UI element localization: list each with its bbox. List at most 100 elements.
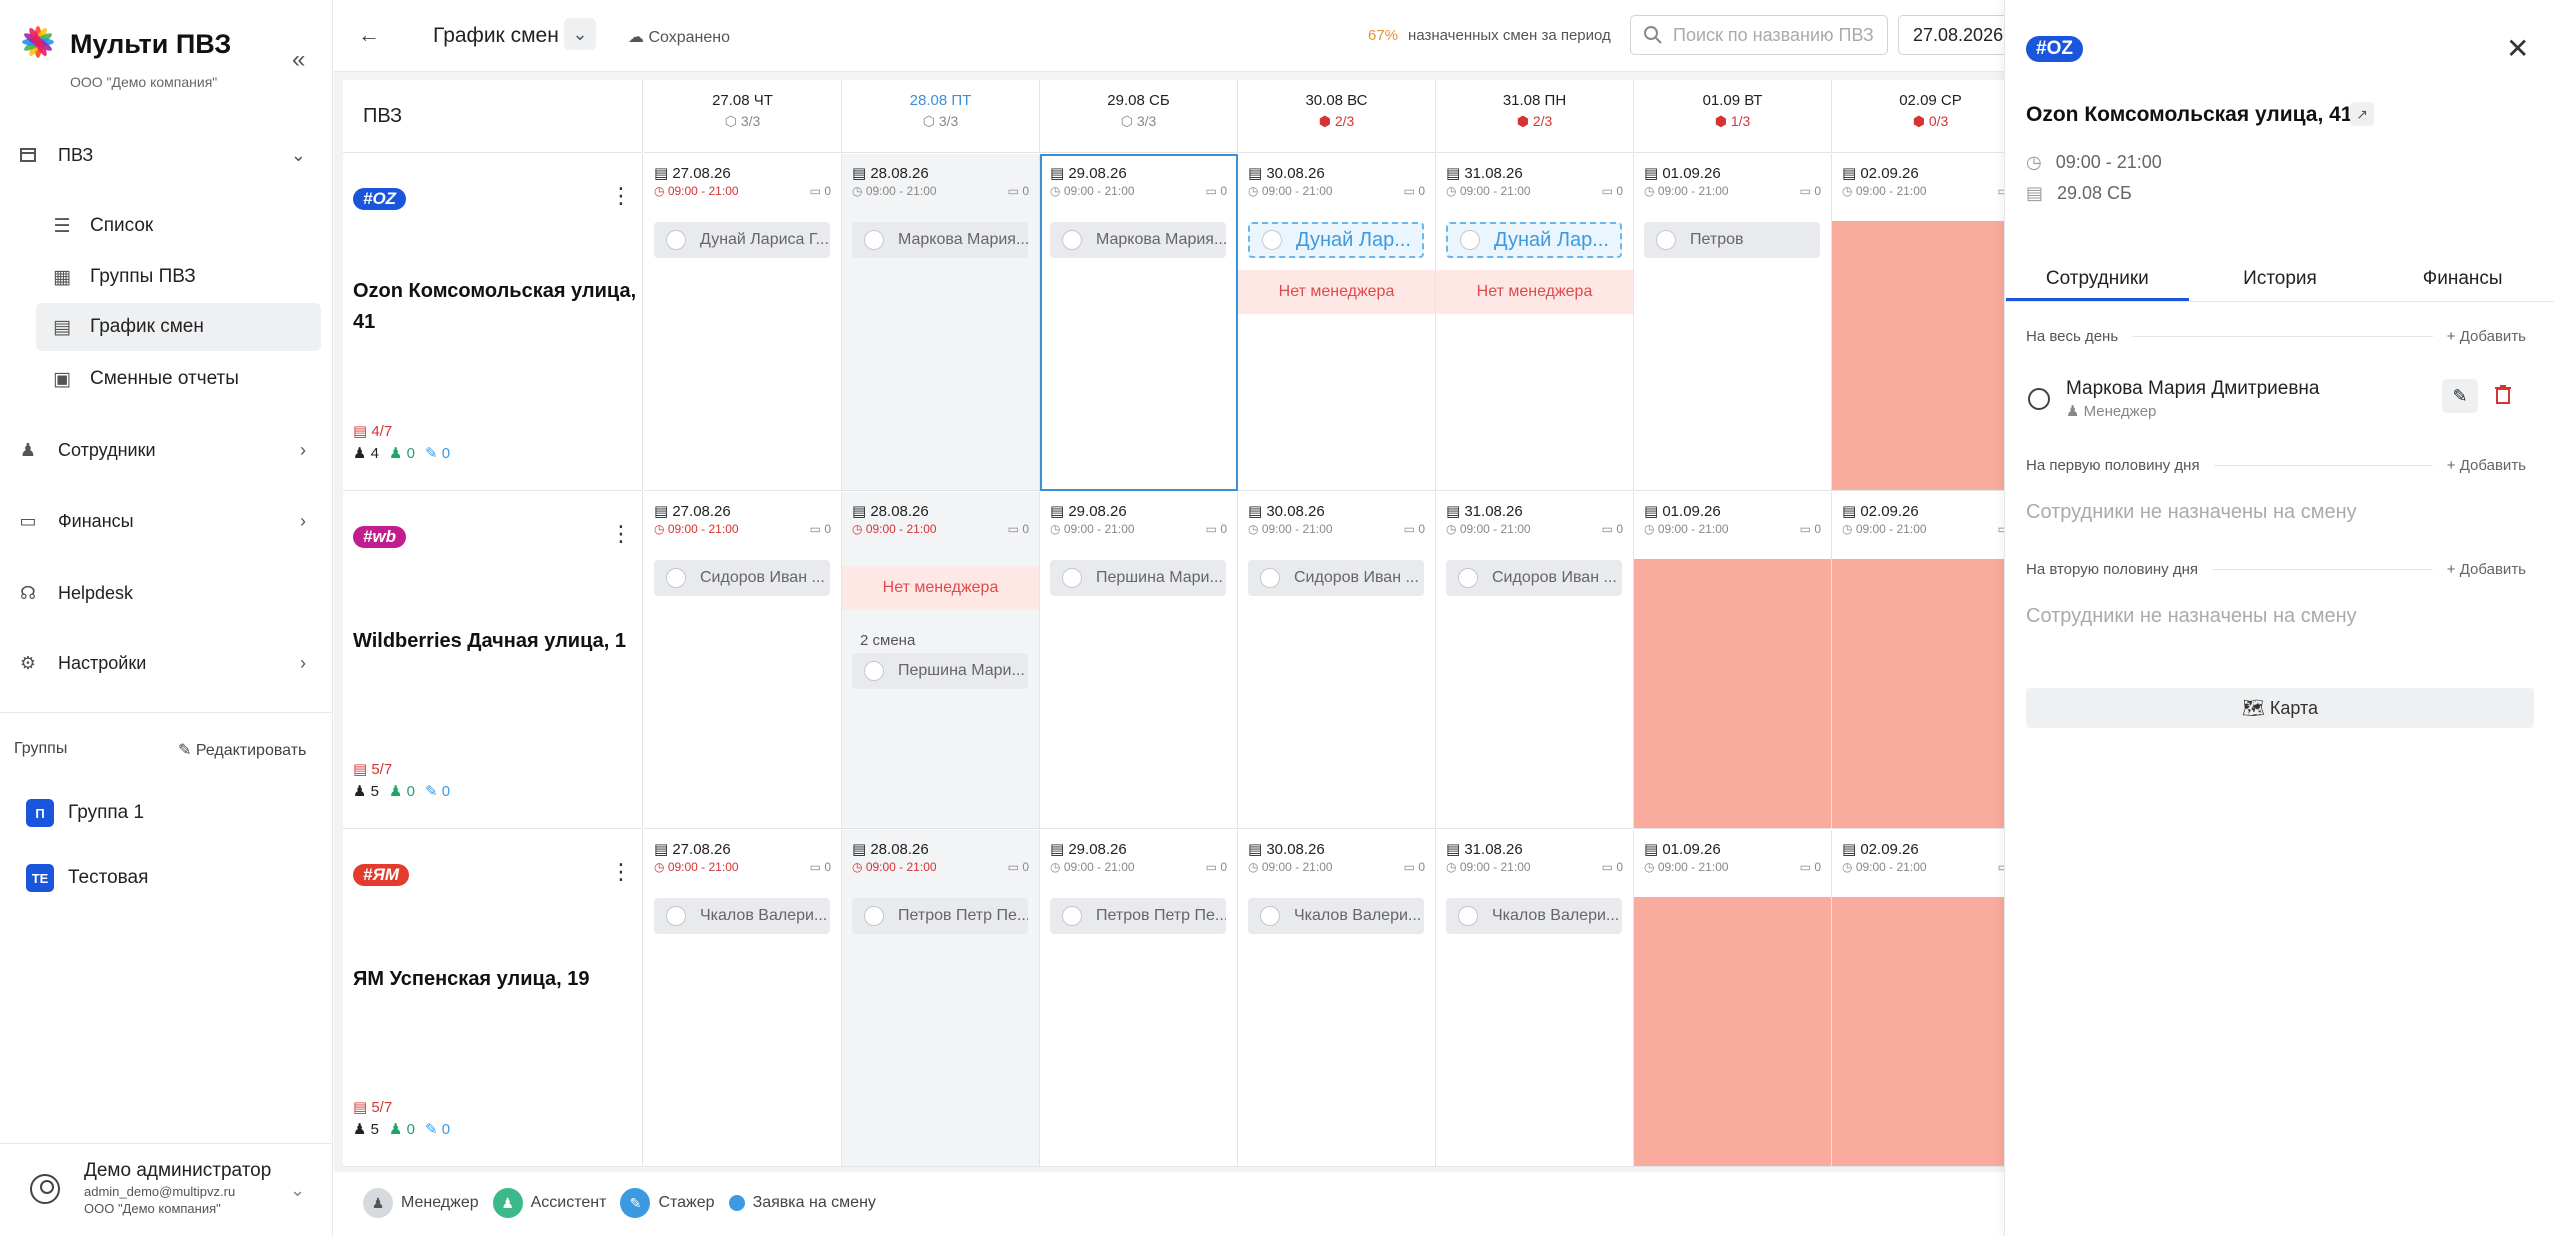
tab-history[interactable]: История (2189, 260, 2372, 301)
date-range-input[interactable]: 27.08.2026 - (1898, 15, 2008, 55)
employee-chip[interactable]: Першина Мари... (1050, 560, 1226, 596)
shift-cell[interactable]: ▤ 01.09.26 ◷ 09:00 - 21:00 ▭ 0 (1634, 492, 1832, 829)
shift-cell[interactable]: ▤ 29.08.26 ◷ 09:00 - 21:00 ▭ 0 Маркова Мари… (1040, 154, 1238, 491)
person-icon (1260, 568, 1280, 588)
nav-settings[interactable]: ⚙ Настройки › (18, 644, 318, 682)
tab-employees[interactable]: Сотрудники (2006, 260, 2189, 301)
calendar-icon: ▤ (1446, 503, 1465, 520)
more-vertical-icon[interactable]: ⋮ (610, 523, 632, 545)
panel-pvz-badge: #OZ (2026, 36, 2083, 62)
shift-cell[interactable]: ▤ 02.09.26◷ 09:00 - 21:00▭ 0 (1832, 830, 2030, 1167)
day-column-header[interactable]: 29.08 СБ ⬡ 3/3 (1040, 80, 1238, 153)
employee-chip[interactable]: Дунай Лар... (1248, 222, 1424, 258)
cell-date: ▤ 29.08.26 (1050, 502, 1127, 520)
clock-icon: ◷ (1446, 184, 1460, 198)
shift-cell[interactable]: ▤ 01.09.26 ◷ 09:00 - 21:00 ▭ 0 (1634, 830, 1832, 1167)
unassigned-shift-block[interactable] (1634, 559, 1831, 828)
cell-date: ▤ 31.08.26 (1446, 840, 1523, 858)
nav-schedule[interactable]: ▤ График смен (36, 303, 321, 351)
chevron-down-icon[interactable]: ⌄ (290, 1180, 305, 1201)
employee-chip[interactable]: Дунай Лар... (1446, 222, 1622, 258)
shift-cell[interactable]: ▤ 27.08.26 ◷ 09:00 - 21:00 ▭ 0 Сидоров Иван… (644, 492, 842, 829)
unassigned-shift-block[interactable] (1634, 897, 1831, 1166)
add-full-day-button[interactable]: + Добавить (2447, 328, 2526, 345)
delete-employee-button[interactable] (2488, 379, 2518, 413)
user-menu[interactable]: Демо администратор admin_demo@multipvz.r… (30, 1160, 271, 1216)
cell-date: ▤ 30.08.26 (1248, 502, 1325, 520)
search-input[interactable]: Поиск по названию ПВЗ (1630, 15, 1888, 55)
pvz-shift-count-value: 5/7 (371, 1099, 393, 1116)
unassigned-shift-block[interactable] (1832, 897, 2029, 1166)
shift-cell[interactable]: ▤ 29.08.26 ◷ 09:00 - 21:00 ▭ 0 Першина Мари… (1040, 492, 1238, 829)
edit-employee-button[interactable]: ✎ (2442, 379, 2478, 413)
day-column-header[interactable]: 30.08 ВС ⬢ 2/3 (1238, 80, 1436, 153)
unassigned-shift-block[interactable] (1832, 221, 2029, 490)
employee-chip[interactable]: Маркова Мария... (852, 222, 1028, 258)
legend-request-label: Заявка на смену (752, 1194, 876, 1211)
nav-groups[interactable]: ▦ Группы ПВЗ (36, 253, 321, 301)
edit-groups-button[interactable]: ✎ Редактировать (178, 740, 306, 760)
external-link-icon[interactable]: ↗ (2350, 102, 2374, 126)
more-vertical-icon[interactable]: ⋮ (610, 185, 632, 207)
box-icon: ▭ (1601, 522, 1617, 536)
nav-list[interactable]: ☰ Список (36, 202, 321, 250)
cell-time-value: 09:00 - 21:00 (865, 860, 937, 874)
employee-chip[interactable]: Чкалов Валери... (1248, 898, 1424, 934)
pvz-shift-count: ▤ 5/7 (353, 1098, 392, 1116)
employee-chip[interactable]: Петров (1644, 222, 1820, 258)
map-button[interactable]: 🗺 Карта (2026, 688, 2534, 728)
shift-cell[interactable]: ▤ 30.08.26 ◷ 09:00 - 21:00 ▭ 0 Дунай Лар...… (1238, 154, 1436, 491)
add-first-half-button[interactable]: + Добавить (2447, 457, 2526, 474)
nav-helpdesk[interactable]: ☊ Helpdesk (18, 574, 318, 612)
back-arrow-icon[interactable]: ← (358, 22, 380, 48)
nav-reports[interactable]: ▣ Сменные отчеты (36, 355, 321, 403)
shift-cell[interactable]: ▤ 31.08.26 ◷ 09:00 - 21:00 ▭ 0 Чкалов Валер… (1436, 830, 1634, 1167)
day-column-header[interactable]: 02.09 СР ⬢ 0/3 (1832, 80, 2030, 153)
shift-cell[interactable]: ▤ 02.09.26◷ 09:00 - 21:00▭ 0 (1832, 492, 2030, 829)
add-second-half-button[interactable]: + Добавить (2447, 561, 2526, 578)
day-column-header[interactable]: 31.08 ПН ⬢ 2/3 (1436, 80, 1634, 153)
shift-cell[interactable]: ▤ 27.08.26 ◷ 09:00 - 21:00 ▭ 0 Чкалов Валер… (644, 830, 842, 1167)
shift-cell[interactable]: ▤ 30.08.26 ◷ 09:00 - 21:00 ▭ 0 Сидоров Иван… (1238, 492, 1436, 829)
cell-time: ◷ 09:00 - 21:00 (1050, 522, 1135, 536)
group-item[interactable]: П Группа 1 (26, 799, 144, 827)
employee-chip[interactable]: Петров Петр Пе... (1050, 898, 1226, 934)
nav-finance[interactable]: ▭ Финансы › (18, 502, 318, 540)
shift-cell[interactable]: ▤ 29.08.26 ◷ 09:00 - 21:00 ▭ 0 Петров Петр … (1040, 830, 1238, 1167)
more-vertical-icon[interactable]: ⋮ (610, 861, 632, 883)
nav-employees[interactable]: ♟ Сотрудники › (18, 431, 318, 469)
day-column-header[interactable]: 01.09 ВТ ⬢ 1/3 (1634, 80, 1832, 153)
shift-cell[interactable]: ▤ 01.09.26 ◷ 09:00 - 21:00 ▭ 0 Петров (1634, 154, 1832, 491)
title-dropdown-button[interactable]: ⌄ (564, 18, 596, 50)
shift-cell[interactable]: ▤ 28.08.26 ◷ 09:00 - 21:00 ▭ 0 Маркова Мари… (842, 154, 1040, 491)
day-column-header[interactable]: 27.08 ЧТ ⬡ 3/3 (644, 80, 842, 153)
shift-cell[interactable]: ▤ 27.08.26 ◷ 09:00 - 21:00 ▭ 0 Дунай Лариса… (644, 154, 842, 491)
collapse-sidebar-icon[interactable]: « (292, 46, 305, 74)
nav-pvz[interactable]: ПВЗ ⌄ (18, 136, 318, 174)
employee-chip[interactable]: Маркова Мария... (1050, 222, 1226, 258)
employee-chip[interactable]: Сидоров Иван ... (1248, 560, 1424, 596)
employee-chip[interactable]: Першина Мари... (852, 653, 1028, 689)
nav-helpdesk-label: Helpdesk (58, 582, 134, 603)
shift-cell[interactable]: ▤ 31.08.26 ◷ 09:00 - 21:00 ▭ 0 Дунай Лар...… (1436, 154, 1634, 491)
shift-cell[interactable]: ▤ 31.08.26 ◷ 09:00 - 21:00 ▭ 0 Сидоров Иван… (1436, 492, 1634, 829)
close-icon[interactable]: ✕ (2506, 32, 2529, 65)
brand[interactable]: Мульти ПВЗ (18, 22, 231, 67)
employee-chip[interactable]: Чкалов Валери... (1446, 898, 1622, 934)
tab-finance[interactable]: Финансы (2371, 260, 2554, 301)
day-column-header[interactable]: 28.08 ПТ ⬡ 3/3 (842, 80, 1040, 153)
cell-count: ▭ 0 (1206, 860, 1227, 874)
group-item[interactable]: ТЕ Тестовая (26, 864, 148, 892)
pencil-icon: ✎ (2452, 385, 2468, 406)
shift-cell[interactable]: ▤ 28.08.26 ◷ 09:00 - 21:00 ▭ 0 Петров Петр … (842, 830, 1040, 1167)
employee-chip[interactable]: Петров Петр Пе... (852, 898, 1028, 934)
cell-count: ▭ 0 (1602, 184, 1623, 198)
unassigned-shift-block[interactable] (1832, 559, 2029, 828)
employee-chip[interactable]: Чкалов Валери... (654, 898, 830, 934)
employee-chip[interactable]: Сидоров Иван ... (1446, 560, 1622, 596)
shift-cell[interactable]: ▤ 28.08.26 ◷ 09:00 - 21:00 ▭ 0 Нет менеджер… (842, 492, 1040, 829)
employee-chip[interactable]: Сидоров Иван ... (654, 560, 830, 596)
shift-cell[interactable]: ▤ 02.09.26◷ 09:00 - 21:00▭ 0 (1832, 154, 2030, 491)
employee-chip[interactable]: Дунай Лариса Г... (654, 222, 830, 258)
shift-cell[interactable]: ▤ 30.08.26 ◷ 09:00 - 21:00 ▭ 0 Чкалов Валер… (1238, 830, 1436, 1167)
